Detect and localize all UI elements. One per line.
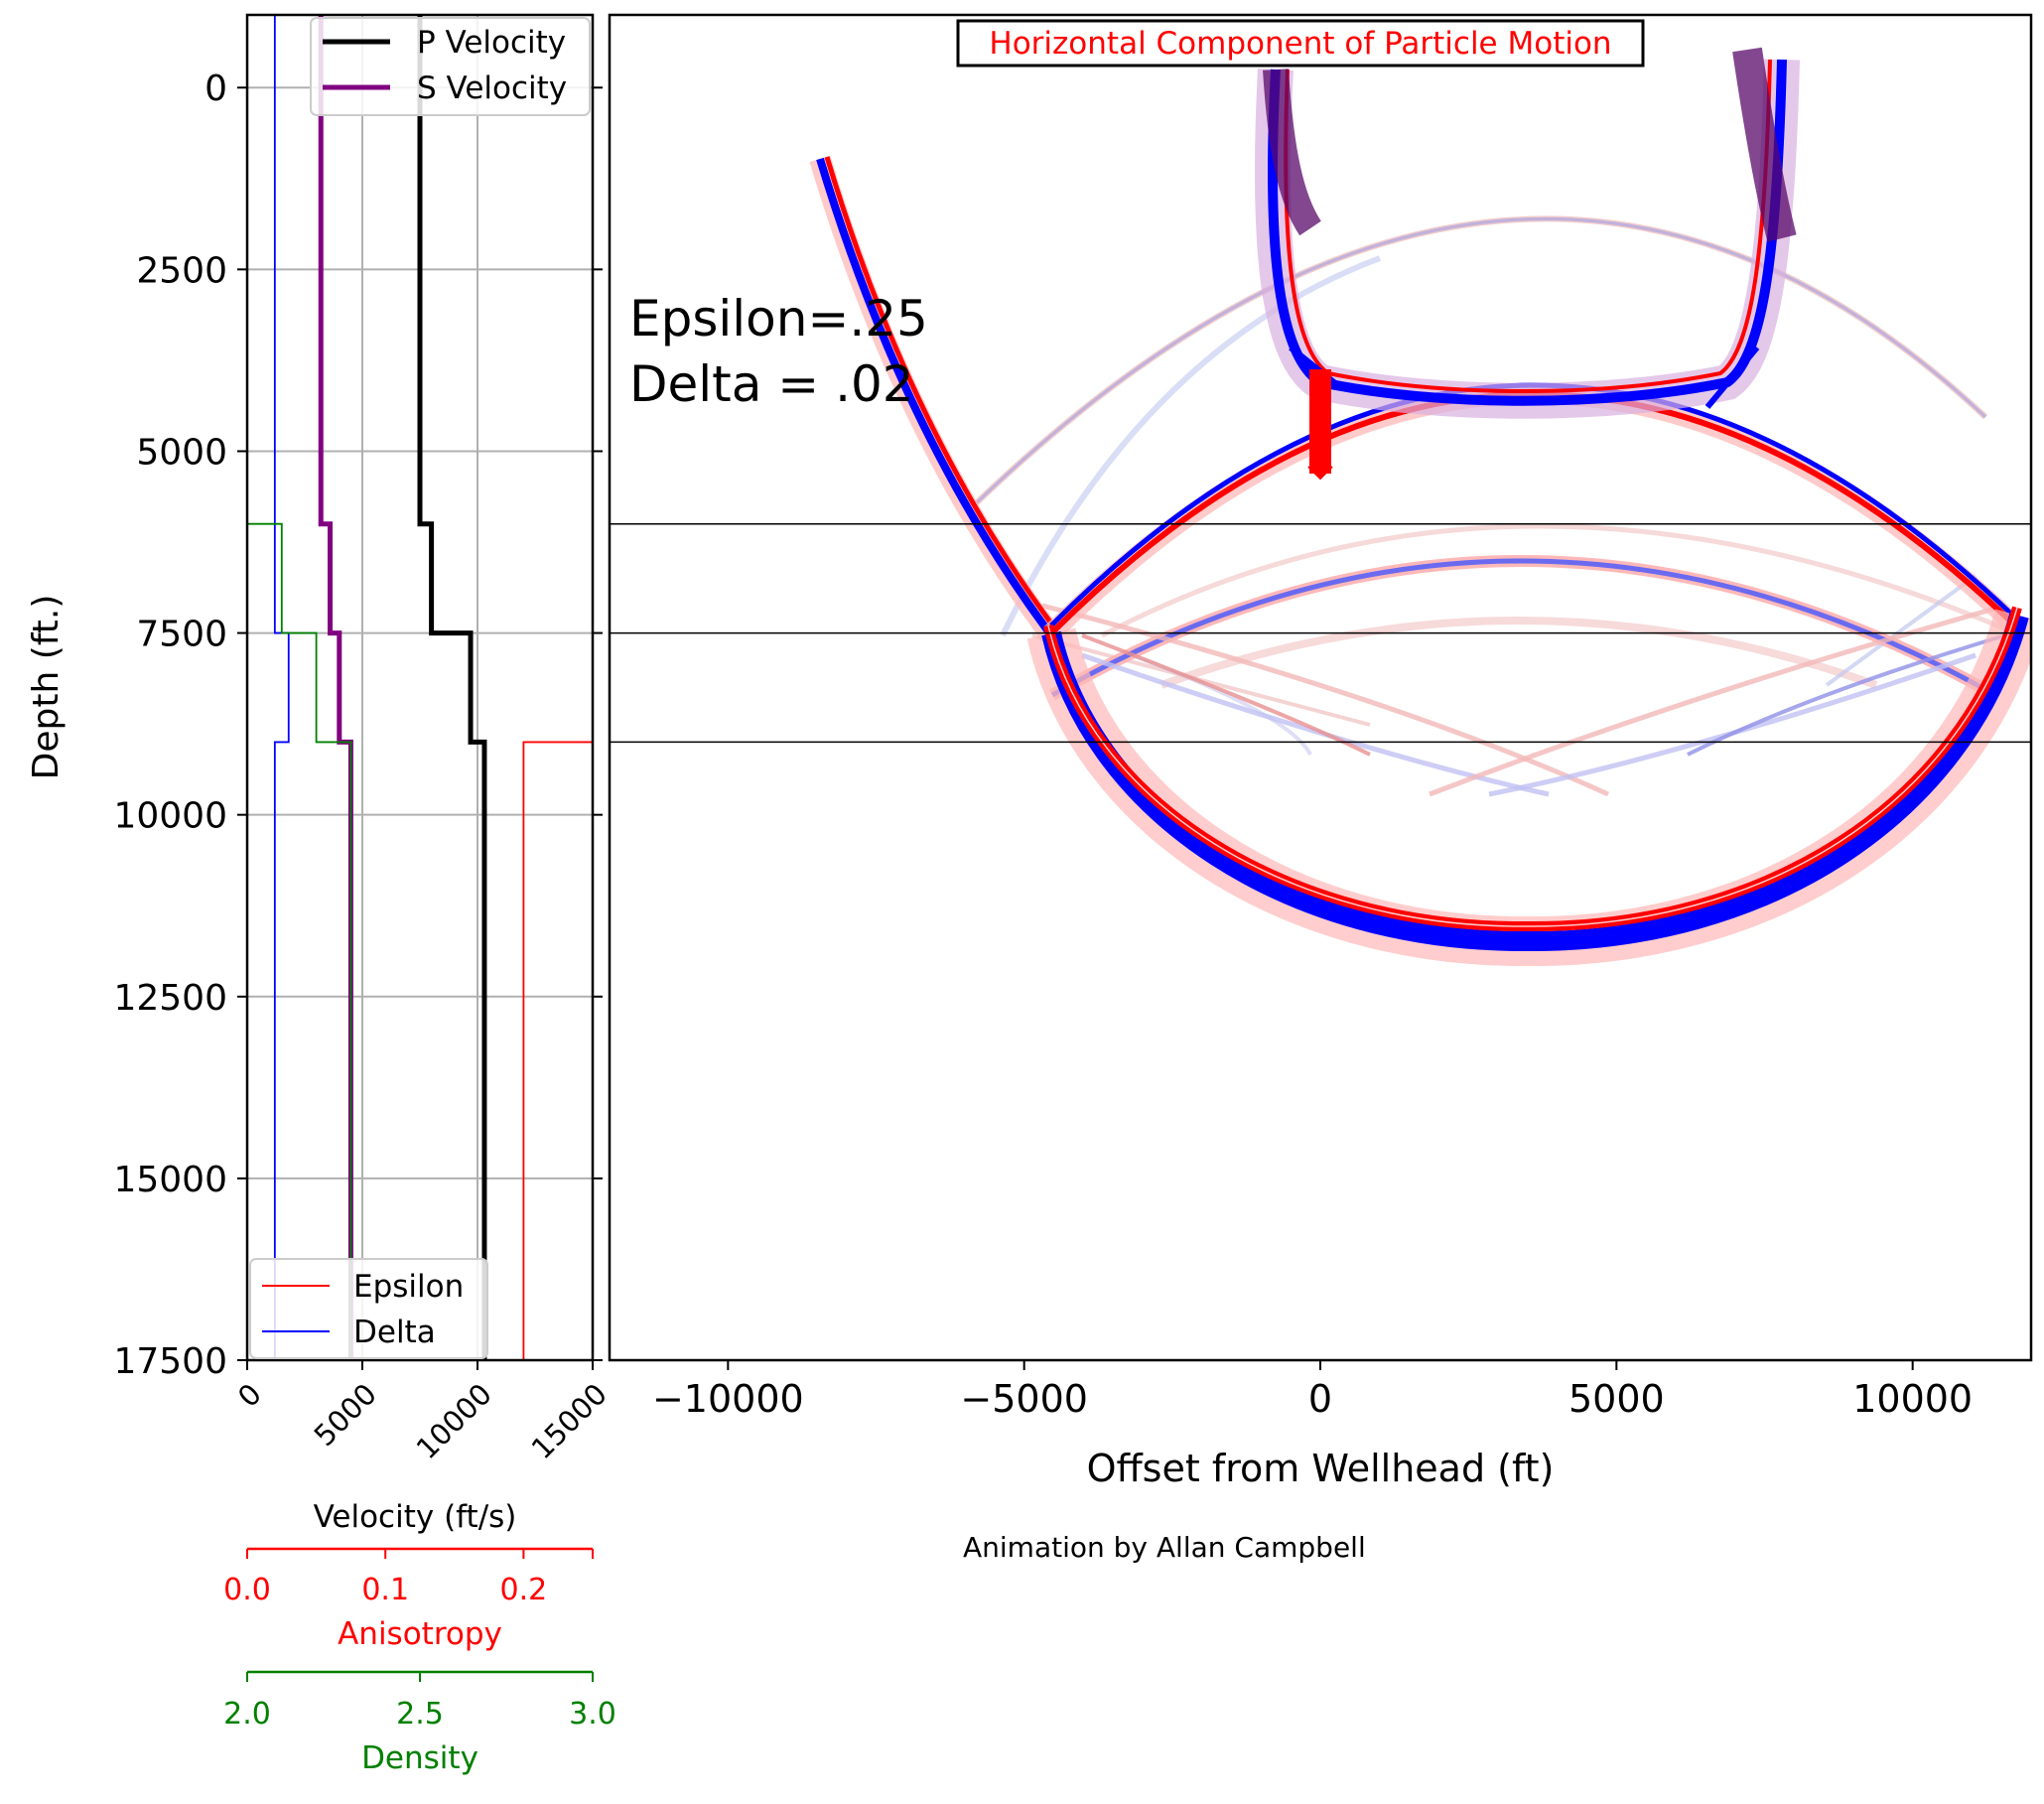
anisotropy-axis-label: Anisotropy — [338, 1616, 502, 1652]
series-line — [247, 522, 352, 1360]
series-line — [417, 15, 487, 1360]
anisotropy-legend: Epsilon Delta — [249, 1258, 488, 1359]
velocity-tick-label: 15000 — [525, 1377, 613, 1465]
legend-label-p-velocity: P Velocity — [417, 25, 566, 61]
depth-tick-label: 17500 — [113, 1341, 227, 1382]
offset-tick-label: −5000 — [960, 1377, 1088, 1421]
figure: 0 2500 5000 7500 10000 12500 15000 17500 Depth … — [26, 13, 2033, 1776]
velocity-tick-label: 5000 — [308, 1377, 383, 1453]
secondary-tick-label: 2.0 — [223, 1697, 271, 1732]
series-line — [522, 741, 593, 1360]
velocity-axis-label: Velocity (ft/s) — [314, 1499, 517, 1535]
velocity-tick-label: 0 — [231, 1377, 268, 1414]
depth-tick-label: 5000 — [136, 432, 227, 473]
velocity-tick-label: 10000 — [410, 1377, 498, 1465]
secondary-tick-label: 0.1 — [361, 1573, 409, 1607]
offset-tick-label: 10000 — [1852, 1377, 1973, 1421]
wavefield-panel: −10000 −5000 0 5000 10000 Offset from Wellhe… — [608, 13, 2033, 1490]
depth-tick-label: 15000 — [113, 1160, 227, 1200]
offset-tick-label: −10000 — [652, 1377, 804, 1421]
depth-tick-label: 0 — [204, 69, 227, 109]
secondary-tick-label: 3.0 — [569, 1697, 616, 1732]
depth-tick-label: 12500 — [113, 978, 227, 1019]
legend-label-s-velocity: S Velocity — [417, 70, 567, 106]
offset-axis: −10000 −5000 0 5000 10000 — [652, 1360, 1973, 1421]
series-line — [273, 15, 290, 1360]
left-series — [247, 15, 593, 1360]
depth-tick-label: 7500 — [136, 615, 227, 655]
offset-axis-label: Offset from Wellhead (ft) — [1087, 1447, 1555, 1490]
well-log-panel: 0 2500 5000 7500 10000 12500 15000 17500 Depth … — [26, 13, 616, 1776]
secondary-tick-label: 0.2 — [500, 1573, 548, 1607]
depth-axis: 0 2500 5000 7500 10000 12500 15000 17500 — [113, 69, 603, 1382]
density-axis: 2.0 2.5 3.0 — [223, 1670, 616, 1732]
depth-axis-label: Depth (ft.) — [26, 595, 67, 780]
velocity-axis: 0 5000 10000 15000 — [231, 1360, 613, 1465]
credit-text: Animation by Allan Campbell — [963, 1531, 1366, 1564]
legend-label-epsilon: Epsilon — [353, 1269, 464, 1305]
secondary-tick-label: 0.0 — [223, 1573, 271, 1607]
plot-title: Horizontal Component of Particle Motion — [989, 26, 1611, 62]
anisotropy-axis: 0.0 0.1 0.2 — [223, 1547, 594, 1607]
annotation-epsilon: Epsilon=.25 — [629, 290, 928, 347]
annotation-delta: Delta = .02 — [629, 355, 914, 413]
offset-tick-label: 0 — [1308, 1377, 1332, 1421]
depth-tick-label: 10000 — [113, 796, 227, 837]
offset-tick-label: 5000 — [1568, 1377, 1665, 1421]
velocity-legend: P Velocity S Velocity — [310, 17, 591, 116]
secondary-tick-label: 2.5 — [396, 1697, 444, 1732]
series-line — [318, 15, 353, 1360]
depth-tick-label: 2500 — [136, 250, 227, 291]
density-axis-label: Density — [361, 1740, 478, 1776]
source-marker — [1309, 369, 1331, 474]
legend-label-delta: Delta — [353, 1315, 436, 1350]
